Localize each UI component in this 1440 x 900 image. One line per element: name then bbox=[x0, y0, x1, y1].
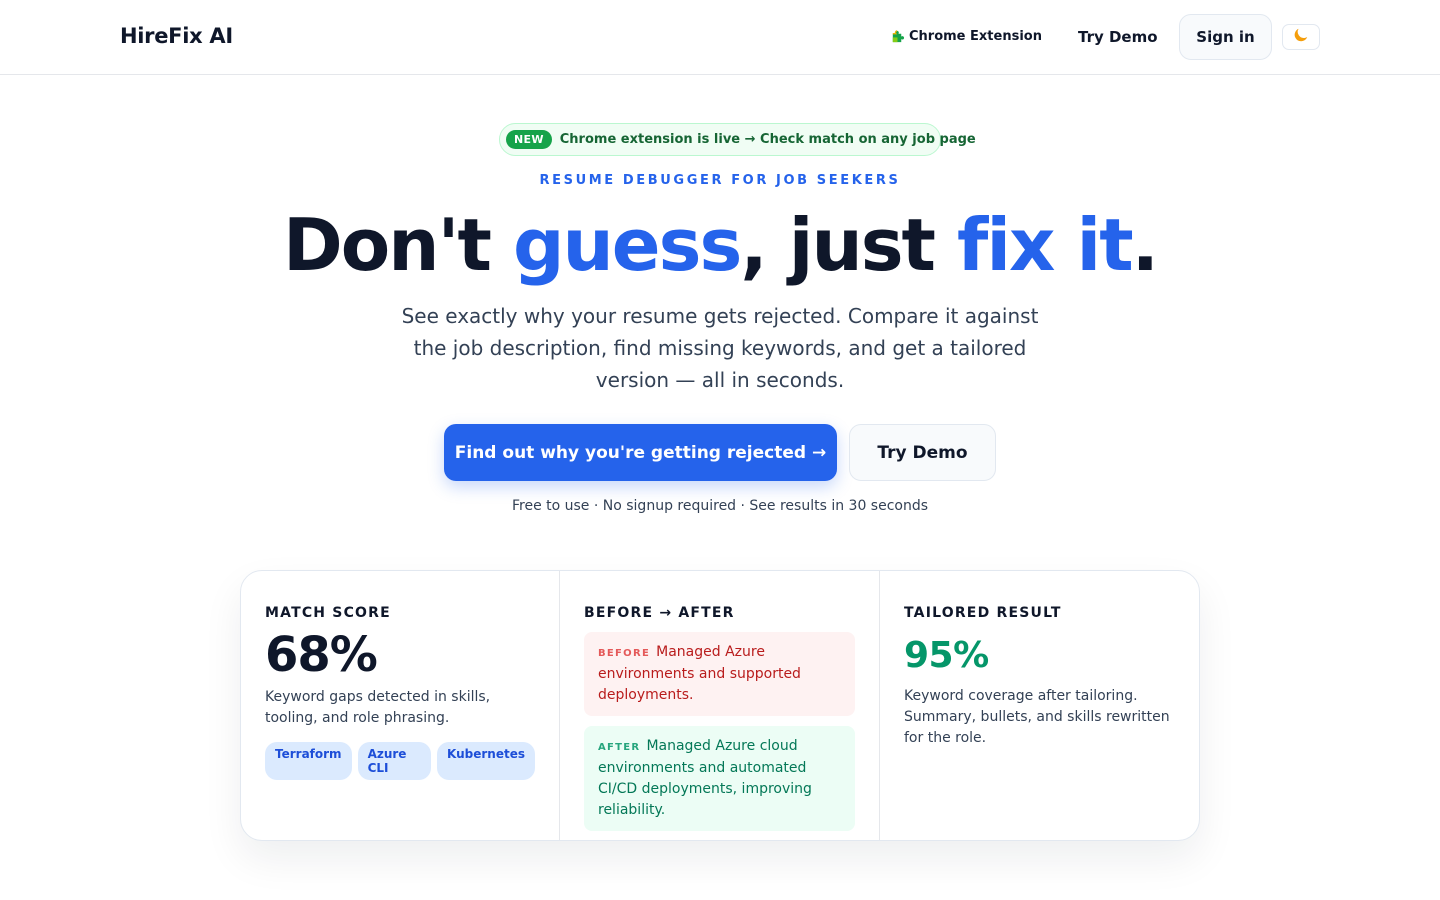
keyword-tag: Kubernetes bbox=[437, 742, 535, 780]
tailored-result-card: TAILORED RESULT 95% Keyword coverage aft… bbox=[880, 571, 1199, 840]
after-box: AFTER Managed Azure cloud environments an… bbox=[584, 726, 855, 831]
tailored-result-title: TAILORED RESULT bbox=[904, 605, 1062, 621]
missing-keyword-tags: Terraform Azure CLI Kubernetes bbox=[265, 742, 535, 780]
sign-in-button[interactable]: Sign in bbox=[1179, 14, 1272, 60]
hero-fineprint: Free to use · No signup required · See r… bbox=[511, 498, 929, 514]
top-nav: HireFix AI Chrome Extension Try Demo Sig… bbox=[0, 0, 1440, 75]
match-score-title: MATCH SCORE bbox=[265, 605, 391, 621]
after-label: AFTER bbox=[598, 742, 641, 753]
match-score-value: 68% bbox=[265, 627, 378, 683]
puzzle-icon bbox=[890, 29, 905, 44]
keyword-tag: Terraform bbox=[265, 742, 352, 780]
headline-part: . bbox=[1131, 203, 1159, 287]
chrome-extension-link[interactable]: Chrome Extension bbox=[890, 29, 1042, 44]
before-box: BEFORE Managed Azure environments and sup… bbox=[584, 632, 855, 716]
announcement-pill[interactable]: NEW Chrome extension is live → Check mat… bbox=[499, 123, 976, 156]
find-out-why-button[interactable]: Find out why you're getting rejected → bbox=[444, 424, 837, 481]
before-label: BEFORE bbox=[598, 648, 651, 659]
eyebrow-label: RESUME DEBUGGER FOR JOB SEEKERS bbox=[539, 173, 901, 188]
match-score-card: MATCH SCORE 68% Keyword gaps detected in… bbox=[241, 571, 560, 840]
hero-subtitle: See exactly why your resume gets rejecte… bbox=[401, 304, 1039, 392]
keyword-tag: Azure CLI bbox=[357, 742, 432, 780]
logo[interactable]: HireFix AI bbox=[120, 24, 233, 48]
headline-part: , just bbox=[740, 203, 958, 287]
announcement-text: Chrome extension is live → Check match o… bbox=[559, 132, 976, 147]
tailored-result-description: Keyword coverage after tailoring. Summar… bbox=[904, 688, 1170, 746]
moon-icon bbox=[1292, 26, 1310, 48]
hero-headline: Don't guess, just fix it. bbox=[0, 200, 1440, 290]
match-score-description: Keyword gaps detected in skills, tooling… bbox=[265, 689, 491, 726]
headline-highlight: guess bbox=[513, 203, 742, 287]
before-after-title: BEFORE → AFTER bbox=[584, 605, 735, 621]
before-after-card: BEFORE → AFTER BEFORE Managed Azure envir… bbox=[560, 571, 880, 840]
tailored-score-value: 95% bbox=[904, 635, 989, 676]
headline-part: Don't bbox=[282, 203, 513, 287]
try-demo-link[interactable]: Try Demo bbox=[1078, 28, 1158, 46]
results-preview-panel: MATCH SCORE 68% Keyword gaps detected in… bbox=[240, 570, 1200, 841]
new-badge: NEW bbox=[506, 130, 552, 149]
headline-highlight: fix it bbox=[957, 203, 1134, 287]
theme-toggle-button[interactable] bbox=[1282, 24, 1320, 50]
try-demo-button[interactable]: Try Demo bbox=[849, 424, 996, 481]
chrome-extension-label: Chrome Extension bbox=[909, 29, 1042, 44]
